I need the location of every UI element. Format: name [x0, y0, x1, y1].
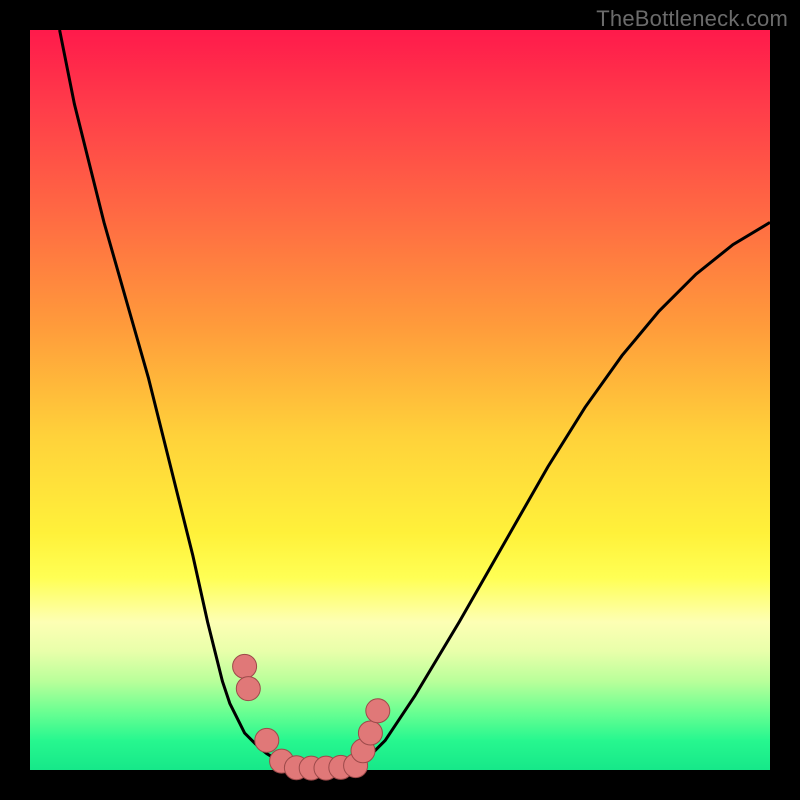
data-marker: [236, 677, 260, 701]
watermark-text: TheBottleneck.com: [596, 6, 788, 32]
plot-area: [30, 30, 770, 770]
left-curve: [60, 30, 289, 766]
chart-frame: TheBottleneck.com: [0, 0, 800, 800]
chart-svg: [30, 30, 770, 770]
data-marker: [358, 721, 382, 745]
right-curve: [356, 222, 770, 765]
markers-group: [233, 654, 390, 780]
data-marker: [233, 654, 257, 678]
data-marker: [366, 699, 390, 723]
data-marker: [255, 728, 279, 752]
